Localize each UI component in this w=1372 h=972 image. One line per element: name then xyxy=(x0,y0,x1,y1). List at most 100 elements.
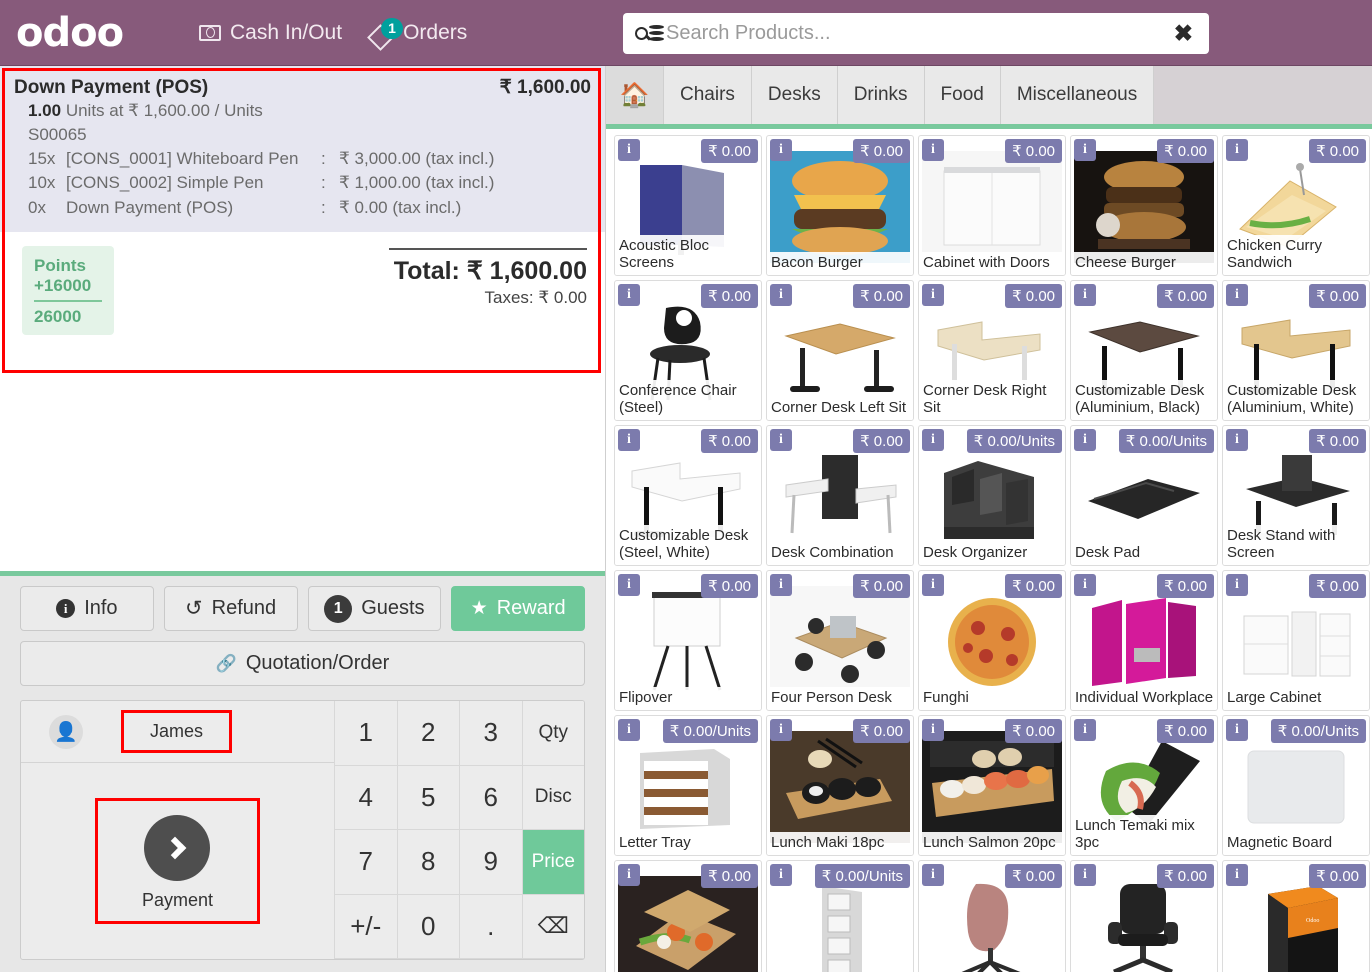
product-card[interactable]: i ₹ 0.00 Customizable Desk (Aluminium, Whi… xyxy=(1222,280,1370,421)
product-card[interactable]: i ₹ 0.00/Units Desk Organizer xyxy=(918,425,1066,566)
detail-amount: ₹ 1,000.00 (tax incl.) xyxy=(339,173,495,193)
product-info-icon[interactable]: i xyxy=(1074,574,1096,596)
customer-name[interactable]: James xyxy=(121,710,233,753)
category-chairs[interactable]: Chairs xyxy=(664,66,752,124)
product-info-icon[interactable]: i xyxy=(618,574,640,596)
product-card[interactable]: i ₹ 0.00 Corner Desk Left Sit xyxy=(766,280,914,421)
order-line[interactable]: Down Payment (POS) ₹ 1,600.00 1.00 Units… xyxy=(0,66,605,232)
numpad-key-1[interactable]: 1 xyxy=(334,701,397,766)
product-card[interactable]: i ₹ 0.00 Cabinet with Doors xyxy=(918,135,1066,276)
product-card[interactable]: i ₹ 0.00/Units xyxy=(766,860,914,972)
product-card[interactable]: i ₹ 0.00 Desk Stand with Screen xyxy=(1222,425,1370,566)
product-info-icon[interactable]: i xyxy=(922,864,944,886)
product-card[interactable]: i ₹ 0.00 Individual Workplace xyxy=(1070,570,1218,711)
product-card[interactable]: i ₹ 0.00 Customizable Desk (Aluminium, Bla… xyxy=(1070,280,1218,421)
product-card[interactable]: i ₹ 0.00 Conference Chair (Steel) xyxy=(614,280,762,421)
guests-button[interactable]: 1 Guests xyxy=(307,586,442,631)
product-info-icon[interactable]: i xyxy=(1226,719,1248,741)
numpad-key-8[interactable]: 8 xyxy=(396,830,459,895)
product-card[interactable]: i ₹ 0.00 Cheese Burger xyxy=(1070,135,1218,276)
product-info-icon[interactable]: i xyxy=(1074,864,1096,886)
search-input[interactable] xyxy=(664,22,1170,45)
product-card[interactable]: i ₹ 0.00 Lunch Temaki mix 3pc xyxy=(1070,715,1218,856)
product-info-icon[interactable]: i xyxy=(1226,574,1248,596)
product-info-icon[interactable]: i xyxy=(618,284,640,306)
product-card[interactable]: i ₹ 0.00/Units Letter Tray xyxy=(614,715,762,856)
category-drinks[interactable]: Drinks xyxy=(837,66,925,124)
product-card[interactable]: i ₹ 0.00 Lunch Salmon 20pc xyxy=(918,715,1066,856)
product-info-icon[interactable]: i xyxy=(770,139,792,161)
product-card[interactable]: i ₹ 0.00 Four Person Desk xyxy=(766,570,914,711)
product-info-icon[interactable]: i xyxy=(1074,429,1096,451)
product-card[interactable]: i ₹ 0.00 xyxy=(918,860,1066,972)
category-desks[interactable]: Desks xyxy=(751,66,838,124)
quotation-order-button[interactable]: 🔗 Quotation/Order xyxy=(20,641,585,686)
numpad-key-sign[interactable]: +/- xyxy=(334,894,397,959)
product-info-icon[interactable]: i xyxy=(1226,139,1248,161)
numpad-key-price[interactable]: Price xyxy=(521,830,584,895)
numpad-key-qty[interactable]: Qty xyxy=(521,701,584,766)
product-info-icon[interactable]: i xyxy=(1074,139,1096,161)
product-info-icon[interactable]: i xyxy=(1226,864,1248,886)
product-info-icon[interactable]: i xyxy=(922,719,944,741)
product-card[interactable]: i ₹ 0.00 Bacon Burger xyxy=(766,135,914,276)
category-food[interactable]: Food xyxy=(924,66,1001,124)
numpad-key-decimal[interactable]: . xyxy=(459,894,522,959)
product-card[interactable]: i ₹ 0.00 Funghi xyxy=(918,570,1066,711)
product-card[interactable]: i ₹ 0.00 Lunch Maki 18pc xyxy=(766,715,914,856)
product-card[interactable]: i ₹ 0.00/Units Desk Pad xyxy=(1070,425,1218,566)
numpad-key-9[interactable]: 9 xyxy=(459,830,522,895)
product-info-icon[interactable]: i xyxy=(618,429,640,451)
customer-button[interactable]: 👤 James xyxy=(21,701,334,763)
product-info-icon[interactable]: i xyxy=(770,719,792,741)
product-info-icon[interactable]: i xyxy=(618,864,640,886)
orders-button[interactable]: 1 Orders xyxy=(356,0,481,66)
info-button[interactable]: i Info xyxy=(20,586,154,631)
product-card[interactable]: i ₹ 0.00 Corner Desk Right Sit xyxy=(918,280,1066,421)
product-card[interactable]: i ₹ 0.00 Acoustic Bloc Screens xyxy=(614,135,762,276)
product-info-icon[interactable]: i xyxy=(618,719,640,741)
odoo-logo[interactable]: odoo xyxy=(0,13,185,53)
category-miscellaneous[interactable]: Miscellaneous xyxy=(1000,66,1155,124)
product-info-icon[interactable]: i xyxy=(922,574,944,596)
product-card[interactable]: i ₹ 0.00 xyxy=(1070,860,1218,972)
backspace-icon[interactable]: ⌫ xyxy=(521,894,584,959)
product-info-icon[interactable]: i xyxy=(618,139,640,161)
refund-button[interactable]: ↻ Refund xyxy=(163,586,298,631)
product-info-icon[interactable]: i xyxy=(770,574,792,596)
numpad-key-disc[interactable]: Disc xyxy=(521,765,584,830)
product-card[interactable]: Odooi₹ 0.00Office Design xyxy=(1222,860,1370,972)
product-card[interactable]: i ₹ 0.00 Desk Combination xyxy=(766,425,914,566)
product-info-icon[interactable]: i xyxy=(922,139,944,161)
numpad-key-6[interactable]: 6 xyxy=(459,765,522,830)
product-info-icon[interactable]: i xyxy=(770,429,792,451)
product-info-icon[interactable]: i xyxy=(1074,284,1096,306)
numpad-key-0[interactable]: 0 xyxy=(396,894,459,959)
product-card[interactable]: i ₹ 0.00/Units Magnetic Board xyxy=(1222,715,1370,856)
product-info-icon[interactable]: i xyxy=(1226,429,1248,451)
detail-separator: : xyxy=(321,149,326,169)
numpad-key-7[interactable]: 7 xyxy=(334,830,397,895)
reward-button[interactable]: ★ Reward xyxy=(451,586,585,631)
product-card[interactable]: i ₹ 0.00 Customizable Desk (Steel, White) xyxy=(614,425,762,566)
cash-in-out-button[interactable]: Cash In/Out xyxy=(185,0,356,66)
product-card[interactable]: i ₹ 0.00 Large Cabinet xyxy=(1222,570,1370,711)
product-info-icon[interactable]: i xyxy=(922,284,944,306)
numpad-key-4[interactable]: 4 xyxy=(334,765,397,830)
product-info-icon[interactable]: i xyxy=(770,864,792,886)
product-info-icon[interactable]: i xyxy=(1074,719,1096,741)
category-home[interactable]: 🏠 xyxy=(606,66,664,124)
search-bar[interactable]: ✖ xyxy=(623,13,1209,54)
product-card[interactable]: i ₹ 0.00 Flipover xyxy=(614,570,762,711)
product-card[interactable]: i ₹ 0.00 Chicken Curry Sandwich xyxy=(1222,135,1370,276)
numpad-key-5[interactable]: 5 xyxy=(396,765,459,830)
product-name: Bacon Burger xyxy=(767,252,913,275)
payment-button[interactable]: Payment xyxy=(94,798,261,924)
numpad-key-3[interactable]: 3 xyxy=(459,701,522,766)
product-info-icon[interactable]: i xyxy=(922,429,944,451)
product-info-icon[interactable]: i xyxy=(770,284,792,306)
close-icon[interactable]: ✖ xyxy=(1170,22,1197,45)
product-info-icon[interactable]: i xyxy=(1226,284,1248,306)
product-card[interactable]: i ₹ 0.00 xyxy=(614,860,762,972)
numpad-key-2[interactable]: 2 xyxy=(396,701,459,766)
